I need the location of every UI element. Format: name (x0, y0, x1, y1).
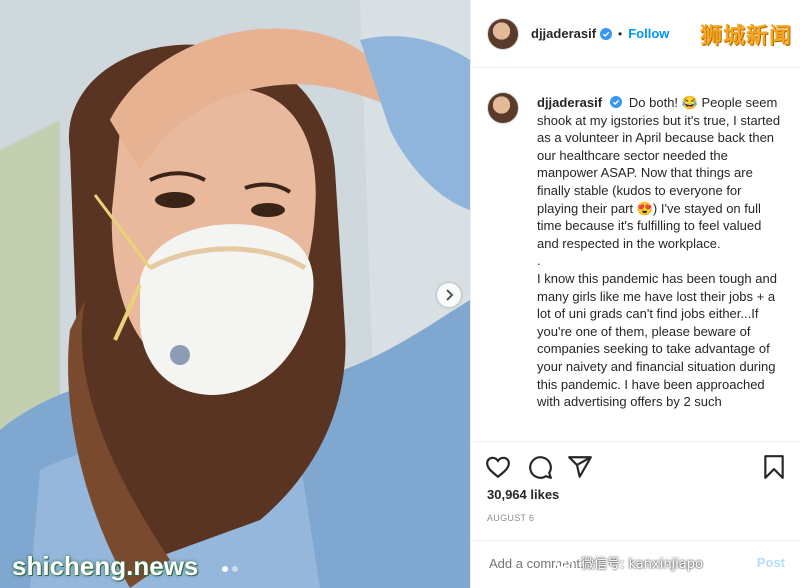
carousel-dots (222, 566, 238, 572)
carousel-dot (222, 566, 228, 572)
heart-icon[interactable] (485, 454, 511, 480)
comment-icon[interactable] (527, 454, 553, 480)
caption-username[interactable]: djjaderasif (537, 95, 602, 110)
chinese-logo-watermark: 狮城新闻 (699, 24, 792, 49)
site-watermark: shicheng.news (12, 551, 199, 581)
caption-section: djjaderasif Do both! 😂 People seem shook… (471, 80, 800, 440)
caption-avatar[interactable] (487, 92, 519, 124)
carousel-dot (232, 566, 238, 572)
post-header: djjaderasif • Follow 狮城新闻 (471, 0, 800, 68)
separator-dot: • (618, 26, 623, 41)
comment-bar: 微信号: kanxinjiapo Post (471, 540, 800, 588)
bookmark-icon[interactable] (761, 454, 787, 480)
username-link[interactable]: djjaderasif (531, 26, 596, 41)
action-bar (471, 441, 800, 492)
post-date[interactable]: AUGUST 6 (487, 513, 534, 523)
chevron-right-icon (446, 289, 454, 301)
selfie-image (0, 0, 470, 588)
carousel-next-button[interactable] (437, 283, 461, 307)
verified-badge-icon (600, 27, 613, 40)
post-photo[interactable]: shicheng.news (0, 0, 470, 588)
wechat-icon (555, 555, 575, 570)
caption-body: Do both! 😂 People seem shook at my igsto… (537, 95, 781, 410)
verified-badge-icon (609, 96, 622, 108)
avatar[interactable] (487, 17, 519, 50)
wechat-watermark: 微信号: kanxinjiapo (555, 553, 703, 572)
follow-button[interactable]: Follow (628, 26, 669, 41)
caption-text-block: djjaderasif Do both! 😂 People seem shook… (537, 80, 785, 411)
share-icon[interactable] (567, 454, 593, 480)
wechat-watermark-text: 微信号: kanxinjiapo (581, 557, 703, 572)
post-side-panel: djjaderasif • Follow 狮城新闻 djjaderasif Do… (470, 0, 800, 588)
post-comment-button[interactable]: Post (757, 555, 785, 570)
likes-count[interactable]: 30,964 likes (487, 487, 559, 502)
